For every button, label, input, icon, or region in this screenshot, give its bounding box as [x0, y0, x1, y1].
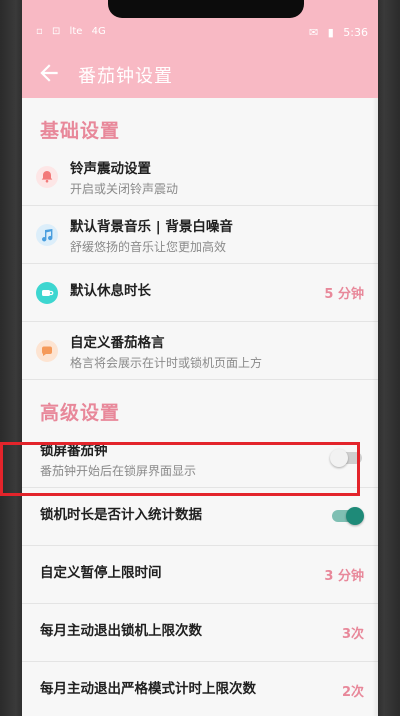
toggle-knob: [330, 449, 348, 467]
lockscreen-toggle[interactable]: [330, 449, 362, 467]
row-pause-limit[interactable]: 自定义暂停上限时间 3 分钟: [22, 546, 378, 604]
row-lockscreen-pomodoro[interactable]: 锁屏番茄钟 番茄钟开始后在锁屏界面显示: [22, 430, 378, 488]
stats-toggle[interactable]: [332, 507, 364, 525]
row-title: 默认背景音乐 | 背景白噪音: [70, 219, 233, 235]
edge-shadow: [372, 98, 378, 716]
row-subtitle: 开启或关闭铃声震动: [70, 182, 179, 196]
row-value: 3次: [341, 627, 364, 642]
row-exit-lock-limit[interactable]: 每月主动退出锁机上限次数 3次: [22, 604, 378, 662]
row-value: 5 分钟: [324, 287, 364, 302]
status-left: ▫ ⊡ lte 4G: [36, 26, 112, 37]
row-background-music[interactable]: 默认背景音乐 | 背景白噪音 舒缓悠扬的音乐让您更加高效: [22, 206, 378, 264]
status-right: ✉ ▮ 5:36: [303, 26, 368, 39]
row-title: 锁机时长是否计入统计数据: [40, 507, 202, 523]
row-custom-motto[interactable]: 自定义番茄格言 格言将会展示在计时或锁机页面上方: [22, 322, 378, 380]
row-title: 自定义暂停上限时间: [40, 565, 162, 581]
row-title: 默认休息时长: [70, 283, 151, 299]
row-ringtone-vibration[interactable]: 铃声震动设置 开启或关闭铃声震动: [22, 148, 378, 206]
back-arrow-icon[interactable]: [36, 60, 62, 86]
app-bar: 番茄钟设置: [22, 48, 378, 98]
phone-notch: [108, 0, 304, 18]
row-subtitle: 舒缓悠扬的音乐让您更加高效: [70, 240, 227, 254]
row-title: 每月主动退出严格模式计时上限次数: [40, 681, 256, 697]
status-item: 4G: [91, 26, 106, 37]
music-note-icon: [36, 224, 58, 246]
screen: ▫ ⊡ lte 4G ✉ ▮ 5:36 番茄钟设置 基础设置 铃声震动设置 开启…: [22, 0, 378, 716]
row-subtitle: 格言将会展示在计时或锁机页面上方: [70, 356, 263, 370]
row-exit-strict-limit[interactable]: 每月主动退出严格模式计时上限次数 2次: [22, 662, 378, 716]
row-title: 每月主动退出锁机上限次数: [40, 623, 202, 639]
mail-icon: ✉: [309, 26, 319, 39]
row-lock-duration-stats[interactable]: 锁机时长是否计入统计数据: [22, 488, 378, 546]
status-time: 5:36: [343, 26, 368, 39]
status-item: ▫: [36, 26, 43, 37]
row-value: 2次: [341, 685, 364, 700]
row-title: 锁屏番茄钟: [40, 443, 108, 459]
row-default-break[interactable]: 默认休息时长 5 分钟: [22, 264, 378, 322]
row-value: 3 分钟: [324, 569, 364, 584]
battery-icon: ▮: [327, 26, 334, 39]
status-item: lte: [69, 26, 83, 37]
row-title: 自定义番茄格言: [70, 335, 165, 351]
section-title-advanced: 高级设置: [22, 380, 378, 430]
bell-icon: [36, 166, 58, 188]
toggle-knob: [346, 507, 364, 525]
chat-icon: [36, 340, 58, 362]
settings-list: 基础设置 铃声震动设置 开启或关闭铃声震动 默认背景音乐 | 背景白噪音 舒缓悠…: [22, 98, 378, 716]
cup-icon: [36, 282, 58, 304]
page-title: 番茄钟设置: [78, 66, 173, 87]
status-item: ⊡: [51, 26, 61, 37]
section-title-basic: 基础设置: [22, 98, 378, 148]
row-title: 铃声震动设置: [70, 161, 151, 177]
row-subtitle: 番茄钟开始后在锁屏界面显示: [40, 464, 197, 478]
